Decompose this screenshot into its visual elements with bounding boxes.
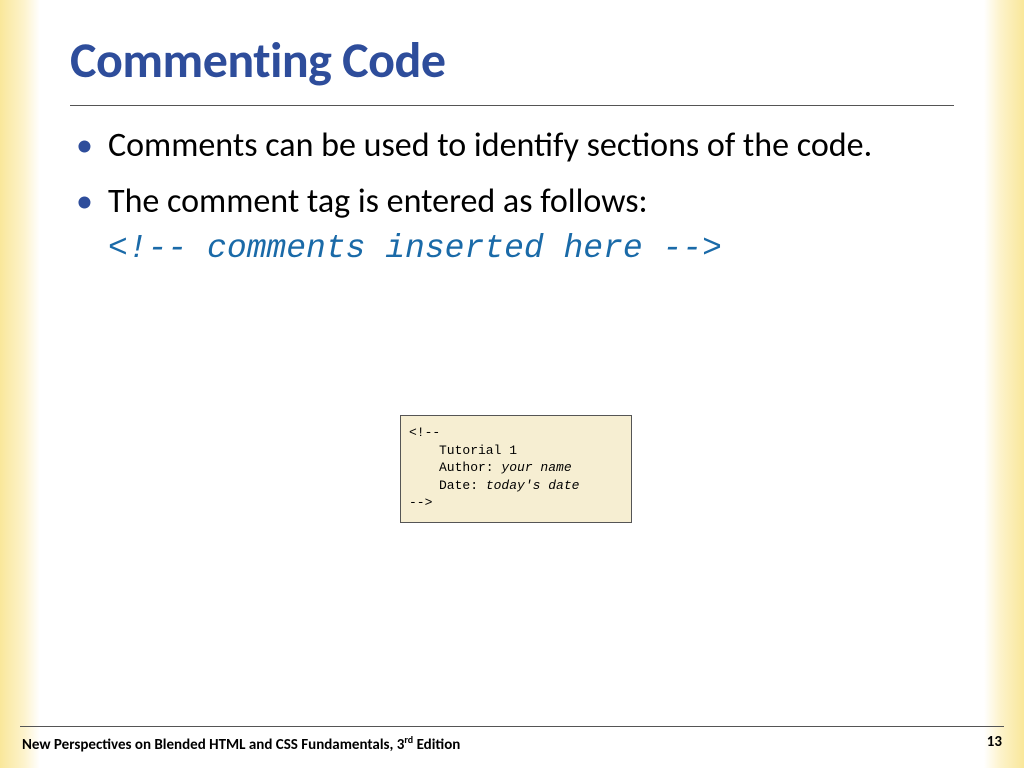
book-suffix: Edition [413,736,460,754]
example-value: your name [501,460,571,475]
left-gradient [0,0,40,768]
example-label: Author: [439,460,501,475]
book-ordinal: rd [404,733,413,746]
example-label: Date: [439,478,486,493]
slide-title: Commenting Code [70,30,954,91]
right-gradient [984,0,1024,768]
footer-row: New Perspectives on Blended HTML and CSS… [20,733,1004,754]
example-line: Tutorial 1 [409,442,623,460]
example-line: Author: your name [409,459,623,477]
example-open-tag: <!-- [409,424,623,442]
footer-divider [20,726,1004,727]
bullet-text: The comment tag is entered as follows: [108,181,648,222]
book-title: New Perspectives on Blended HTML and CSS… [22,733,460,754]
bullet-item: The comment tag is entered as follows: <… [70,180,954,271]
page-number: 13 [987,733,1002,754]
bullet-text: Comments can be used to identify section… [108,125,872,166]
example-value: today's date [486,478,580,493]
title-divider [70,105,954,106]
example-line: Date: today's date [409,477,623,495]
example-close-tag: --> [409,494,623,512]
bullet-list: Comments can be used to identify section… [70,124,954,271]
book-prefix: New Perspectives on Blended HTML and CSS… [22,736,404,754]
code-example-box: <!-- Tutorial 1 Author: your name Date: … [400,415,632,523]
slide-content: Commenting Code Comments can be used to … [70,30,954,283]
bullet-item: Comments can be used to identify section… [70,124,954,168]
comment-syntax-code: <!-- comments inserted here --> [108,228,954,271]
slide-footer: New Perspectives on Blended HTML and CSS… [0,726,1024,754]
